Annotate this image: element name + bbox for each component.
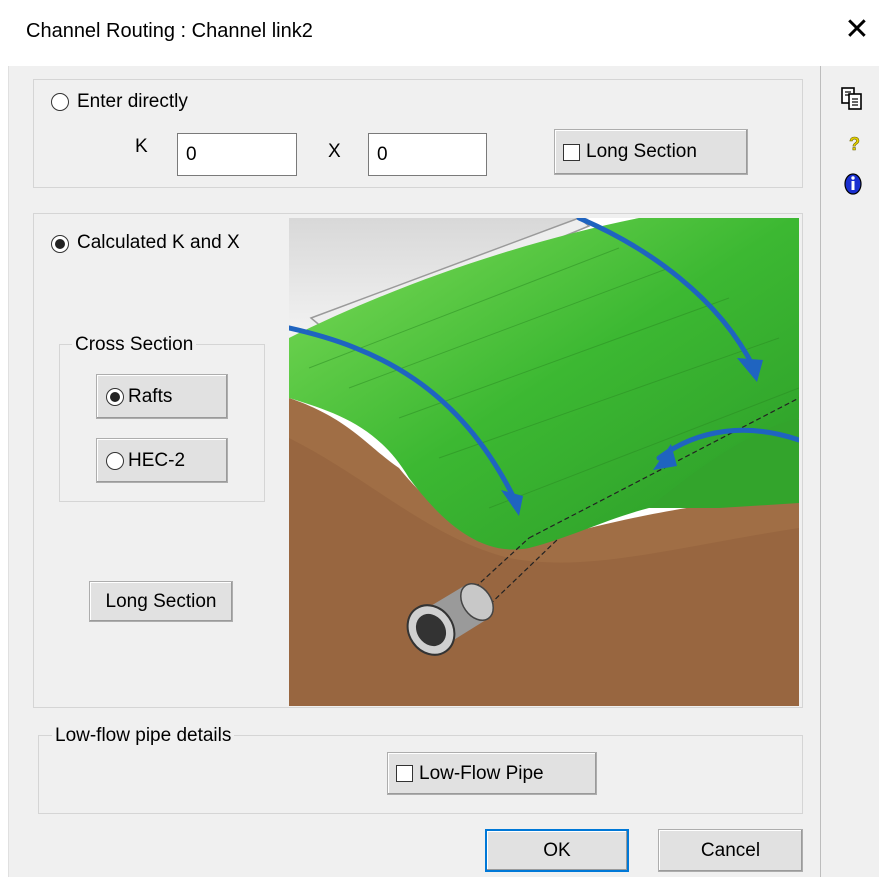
calculated-radio[interactable] bbox=[51, 235, 69, 253]
cross-section-legend: Cross Section bbox=[72, 334, 197, 356]
low-flow-pipe-button[interactable]: Low-Flow Pipe bbox=[387, 752, 597, 795]
hec2-option[interactable]: HEC-2 bbox=[96, 438, 228, 483]
long-section-checkbox-button[interactable]: Long Section bbox=[554, 129, 748, 175]
copy-icon[interactable] bbox=[840, 86, 864, 112]
ok-button[interactable]: OK bbox=[485, 829, 629, 872]
k-input[interactable]: 0 bbox=[177, 133, 297, 176]
long-section-button[interactable]: Long Section bbox=[89, 581, 233, 622]
svg-text:?: ? bbox=[849, 134, 860, 154]
low-flow-pipe-checkbox[interactable] bbox=[396, 765, 413, 782]
x-input[interactable]: 0 bbox=[368, 133, 487, 176]
k-label: K bbox=[135, 136, 148, 157]
low-flow-legend: Low-flow pipe details bbox=[52, 725, 235, 747]
long-section-checkbox-label: Long Section bbox=[586, 141, 697, 162]
hec2-radio[interactable] bbox=[106, 451, 124, 470]
help-icon[interactable]: ? bbox=[846, 133, 862, 155]
long-section-checkbox[interactable] bbox=[563, 143, 580, 161]
enter-directly-label: Enter directly bbox=[77, 91, 188, 112]
close-icon[interactable]: ✕ bbox=[842, 14, 872, 48]
cancel-button[interactable]: Cancel bbox=[658, 829, 803, 872]
rafts-option[interactable]: Rafts bbox=[96, 374, 228, 419]
rafts-radio[interactable] bbox=[106, 387, 124, 406]
channel-illustration bbox=[289, 218, 799, 706]
enter-directly-radio[interactable] bbox=[51, 93, 69, 111]
x-label: X bbox=[328, 141, 341, 162]
rafts-label: Rafts bbox=[128, 385, 173, 407]
window-title: Channel Routing : Channel link2 bbox=[26, 20, 313, 42]
info-icon[interactable] bbox=[843, 172, 863, 196]
hec2-label: HEC-2 bbox=[128, 449, 186, 471]
calculated-label: Calculated K and X bbox=[77, 232, 240, 253]
low-flow-pipe-label: Low-Flow Pipe bbox=[419, 762, 544, 784]
